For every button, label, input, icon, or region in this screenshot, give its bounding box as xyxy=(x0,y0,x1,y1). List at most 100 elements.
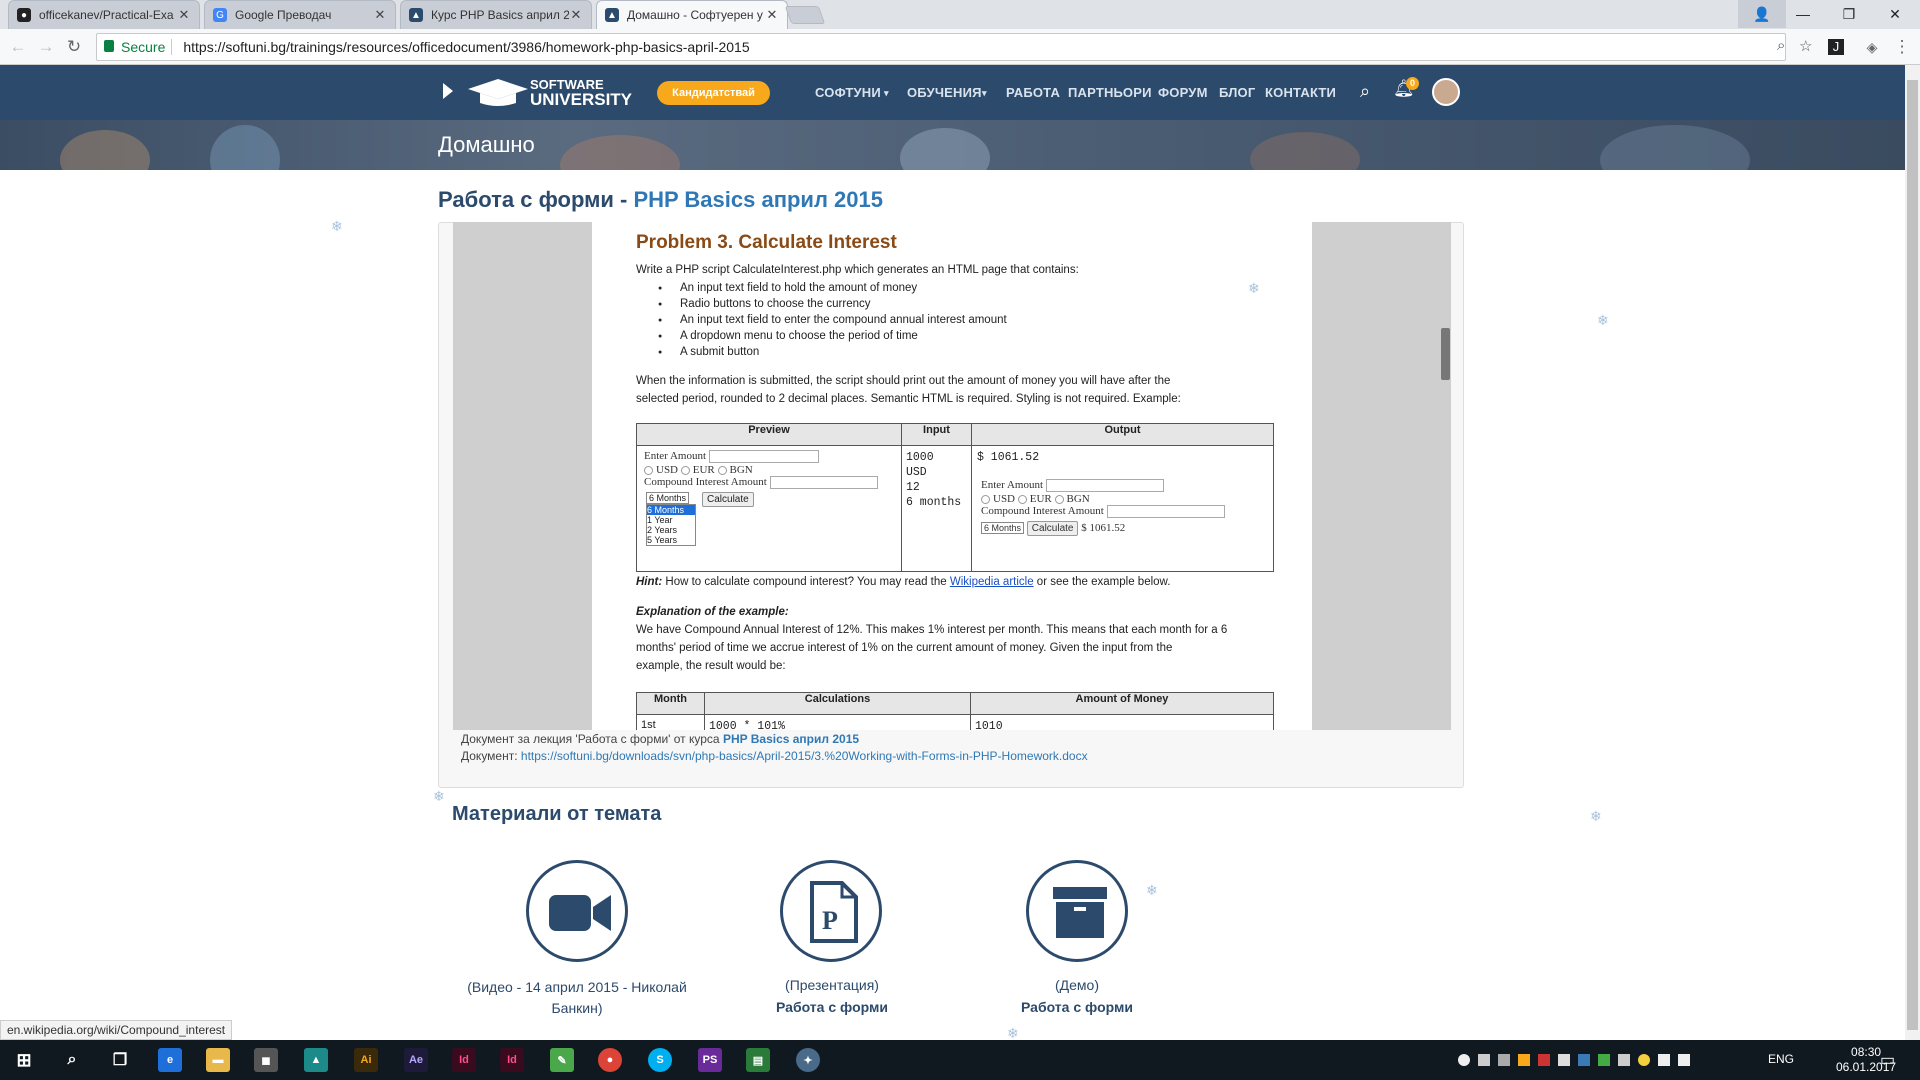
lock-icon xyxy=(104,40,114,52)
network-icon[interactable] xyxy=(1678,1054,1690,1066)
chrome-icon[interactable]: ● xyxy=(598,1048,622,1072)
zoom-icon[interactable]: ⌕ xyxy=(1777,37,1785,54)
notepad-icon[interactable]: ▤ xyxy=(746,1048,770,1072)
document-page: Problem 3. Calculate Interest Write a PH… xyxy=(592,222,1312,730)
input-line: 6 months xyxy=(906,496,962,509)
menu-icon[interactable]: ⋮ xyxy=(1892,37,1912,57)
tray-icon[interactable] xyxy=(1458,1054,1470,1066)
document-download-link[interactable]: https://softuni.bg/downloads/svn/php-bas… xyxy=(521,749,1088,763)
calculation-table: Month Calculations Amount of Money 1st 1… xyxy=(636,692,1274,730)
course-link[interactable]: PHP Basics април 2015 xyxy=(633,187,883,212)
phpstorm-icon[interactable]: PS xyxy=(698,1048,722,1072)
viewer-scrollbar-thumb[interactable] xyxy=(1441,328,1450,380)
nav-contacts[interactable]: КОНТАКТИ xyxy=(1265,85,1336,100)
nav-partners[interactable]: ПАРТНЬОРИ xyxy=(1068,85,1152,100)
output-value: $ 1061.52 xyxy=(977,451,1040,464)
illustrator-icon[interactable]: Ai xyxy=(354,1048,378,1072)
tab-homework[interactable]: ▲ Домашно - Софтуерен у ✕ xyxy=(596,0,788,29)
demo-name[interactable]: Работа с форми xyxy=(987,999,1167,1015)
close-tab-icon[interactable]: ✕ xyxy=(177,7,191,23)
graduation-cap-icon[interactable] xyxy=(466,77,530,107)
tab-php-course[interactable]: ▲ Курс PHP Basics април 2 ✕ xyxy=(400,0,592,29)
tray-icon[interactable] xyxy=(1638,1054,1650,1066)
tray-icon[interactable] xyxy=(1498,1054,1510,1066)
edge-icon[interactable]: e xyxy=(158,1048,182,1072)
volume-icon[interactable] xyxy=(1658,1054,1670,1066)
store-icon[interactable]: ◼ xyxy=(254,1048,278,1072)
wikipedia-link[interactable]: Wikipedia article xyxy=(950,576,1034,588)
app-icon[interactable]: ✎ xyxy=(550,1048,574,1072)
presentation-name[interactable]: Работа с форми xyxy=(742,999,922,1015)
video-link[interactable] xyxy=(526,860,628,962)
archive-box-icon xyxy=(1053,887,1107,938)
indesign-icon[interactable]: Id xyxy=(500,1048,524,1072)
task-view-icon[interactable]: ❐ xyxy=(108,1048,132,1072)
tab-google-translate[interactable]: G Google Преводач ✕ xyxy=(204,0,396,29)
bookmark-star-icon[interactable]: ☆ xyxy=(1799,37,1812,55)
extension-icon[interactable]: J xyxy=(1828,39,1844,55)
nav-forum[interactable]: ФОРУМ xyxy=(1158,85,1208,100)
reload-icon[interactable]: ↻ xyxy=(64,37,84,57)
table-cell: 1000 * 101% xyxy=(704,714,971,730)
video-caption[interactable]: (Видео - 14 април 2015 - Николай Банкин) xyxy=(452,977,702,1019)
system-tray[interactable] xyxy=(1458,1054,1718,1068)
page-scrollbar-thumb[interactable] xyxy=(1907,80,1918,1030)
new-tab-button[interactable] xyxy=(784,6,826,24)
app-icon[interactable]: ▲ xyxy=(304,1048,328,1072)
snowflake-icon: ❄ xyxy=(1146,882,1158,898)
avatar[interactable] xyxy=(1432,78,1460,106)
explanation-line: months' period of time we accrue interes… xyxy=(636,642,1173,654)
tray-icon[interactable] xyxy=(1578,1054,1590,1066)
forward-icon[interactable]: → xyxy=(36,37,56,57)
after-effects-icon[interactable]: Ae xyxy=(404,1048,428,1072)
banner-decoration xyxy=(1250,132,1360,170)
banner-decoration xyxy=(210,125,280,170)
indesign-icon[interactable]: Id xyxy=(452,1048,476,1072)
extension-icon[interactable]: ◈ xyxy=(1862,37,1882,57)
tray-icon[interactable] xyxy=(1478,1054,1490,1066)
close-tab-icon[interactable]: ✕ xyxy=(765,7,779,23)
explanation-line: We have Compound Annual Interest of 12%.… xyxy=(636,624,1228,636)
explanation-line: example, the result would be: xyxy=(636,660,786,672)
course-link[interactable]: PHP Basics април 2015 xyxy=(723,732,859,746)
snowflake-icon: ❄ xyxy=(1248,280,1260,296)
windows-start-icon[interactable]: ⊞ xyxy=(12,1048,36,1072)
close-tab-icon[interactable]: ✕ xyxy=(569,7,583,23)
calculate-button-preview: Calculate xyxy=(702,492,754,507)
close-tab-icon[interactable]: ✕ xyxy=(373,7,387,23)
demo-link[interactable] xyxy=(1026,860,1128,962)
tab-github[interactable]: ● officekanev/Practical-Exa ✕ xyxy=(8,0,200,29)
amount-input-preview xyxy=(1045,479,1164,492)
intro-text: Write a PHP script CalculateInterest.php… xyxy=(636,264,1079,276)
tab-title: Курс PHP Basics април 2 xyxy=(431,8,569,22)
maximize-button[interactable]: ❐ xyxy=(1826,0,1872,28)
close-window-button[interactable]: ✕ xyxy=(1872,0,1918,28)
currency-label: EUR xyxy=(1029,493,1052,505)
search-icon[interactable]: ⌕ xyxy=(60,1048,84,1072)
tray-icon[interactable] xyxy=(1518,1054,1530,1066)
address-bar[interactable]: Secure https://softuni.bg/trainings/reso… xyxy=(96,33,1812,61)
notifications-icon[interactable]: ▭ xyxy=(1880,1050,1895,1070)
search-icon[interactable]: ⌕ xyxy=(1360,81,1370,102)
snowflake-icon: ❄ xyxy=(433,788,445,804)
tray-icon[interactable] xyxy=(1598,1054,1610,1066)
minimize-button[interactable]: — xyxy=(1780,0,1826,28)
nav-softuni[interactable]: СОФТУНИ xyxy=(815,85,881,100)
back-icon[interactable]: ← xyxy=(8,37,28,57)
skype-icon[interactable]: S xyxy=(648,1048,672,1072)
site-logo[interactable]: SOFTWARE UNIVERSITY xyxy=(530,78,632,108)
menu-toggle-icon[interactable] xyxy=(443,83,453,99)
profile-icon[interactable]: 👤 xyxy=(1738,0,1786,28)
app-icon[interactable]: ✦ xyxy=(796,1048,820,1072)
radio-icon xyxy=(680,465,690,475)
tray-icon[interactable] xyxy=(1618,1054,1630,1066)
presentation-link[interactable]: P xyxy=(780,860,882,962)
tray-icon[interactable] xyxy=(1558,1054,1570,1066)
nav-jobs[interactable]: РАБОТА xyxy=(1006,85,1060,100)
apply-button[interactable]: Кандидатствай xyxy=(657,81,770,105)
tray-icon[interactable] xyxy=(1538,1054,1550,1066)
language-indicator[interactable]: ENG xyxy=(1768,1052,1794,1066)
file-explorer-icon[interactable]: ▬ xyxy=(206,1048,230,1072)
nav-blog[interactable]: БЛОГ xyxy=(1219,85,1255,100)
nav-trainings[interactable]: ОБУЧЕНИЯ xyxy=(907,85,982,100)
